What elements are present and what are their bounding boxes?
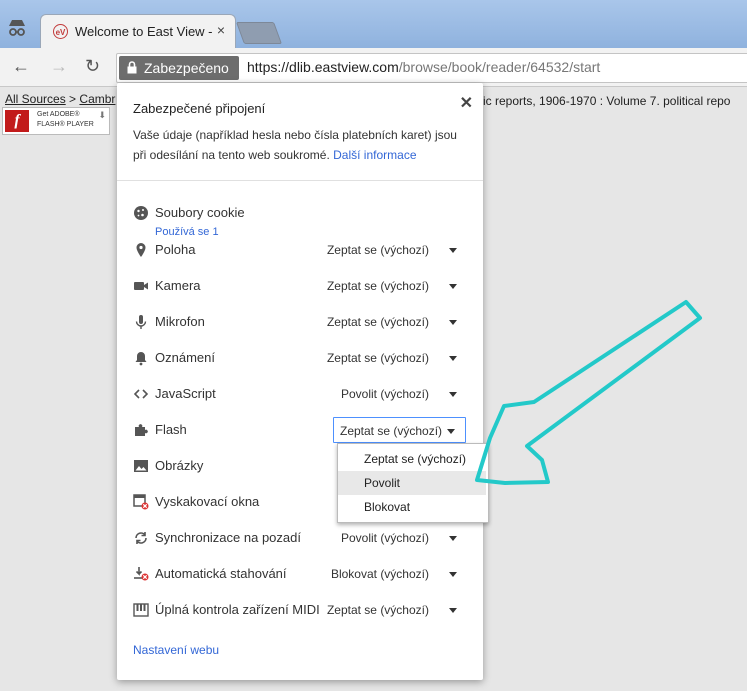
popup-description: Vaše údaje (například hesla nebo čísla p… (133, 125, 473, 165)
more-info-link[interactable]: Další informace (333, 148, 416, 162)
permission-label: Vyskakovací okna (155, 494, 260, 509)
permission-select-microphone[interactable]: Zeptat se (výchozí) (327, 315, 429, 329)
chevron-down-icon[interactable] (449, 356, 457, 361)
permission-select-automatic-downloads[interactable]: Blokovat (výchozí) (331, 567, 429, 581)
permission-label: Poloha (155, 242, 196, 257)
breadcrumb-cambridge[interactable]: Cambr (79, 92, 115, 106)
tab-east-view[interactable]: eV Welcome to East View - × (40, 14, 236, 48)
chevron-down-icon (447, 429, 455, 434)
popup-title: Zabezpečené připojení (133, 101, 266, 116)
chevron-down-icon[interactable] (449, 284, 457, 289)
permission-label: JavaScript (155, 386, 216, 401)
incognito-icon (6, 17, 28, 37)
permission-select-location[interactable]: Zeptat se (výchozí) (327, 243, 429, 257)
puzzle-icon (133, 422, 149, 438)
get-flash-player-banner[interactable]: f Get ADOBE® FLASH® PLAYER ⬇ (2, 107, 110, 135)
browser-toolbar: ← → ↻ Zabezpečeno https://dlib.eastview.… (0, 48, 747, 87)
permission-label: Flash (155, 422, 187, 437)
site-info-chip[interactable]: Zabezpečeno (119, 56, 239, 80)
location-pin-icon (133, 242, 149, 258)
permission-label: Úplná kontrola zařízení MIDI (155, 602, 320, 617)
site-info-popup: Zabezpečené připojení ✕ Vaše údaje (např… (117, 83, 483, 680)
chevron-down-icon[interactable] (449, 536, 457, 541)
tab-title: Welcome to East View - (75, 24, 213, 39)
code-icon (133, 386, 149, 402)
flash-dropdown-menu: Zeptat se (výchozí) Povolit Blokovat (337, 443, 489, 523)
forward-icon[interactable]: → (50, 56, 68, 77)
permission-select-javascript[interactable]: Povolit (výchozí) (341, 387, 429, 401)
chevron-down-icon[interactable] (449, 248, 457, 253)
flash-logo-icon: f (5, 110, 29, 132)
permission-select-camera[interactable]: Zeptat se (výchozí) (327, 279, 429, 293)
permission-select-flash[interactable]: Zeptat se (výchozí) (333, 417, 466, 443)
chevron-down-icon[interactable] (449, 392, 457, 397)
divider (117, 180, 483, 181)
chevron-down-icon[interactable] (449, 608, 457, 613)
popup-blocked-icon (133, 494, 149, 510)
dropdown-option-ask[interactable]: Zeptat se (výchozí) (338, 447, 486, 471)
permission-label: Synchronizace na pozadí (155, 530, 301, 545)
permission-row-microphone: Mikrofon Zeptat se (výchozí) (117, 304, 483, 340)
permission-label: Kamera (155, 278, 201, 293)
tab-strip: eV Welcome to East View - × (0, 0, 747, 48)
lock-icon (127, 57, 137, 81)
permission-row-location: Poloha Zeptat se (výchozí) (117, 232, 483, 268)
cookie-icon (133, 205, 149, 221)
dropdown-option-block[interactable]: Blokovat (338, 495, 486, 519)
close-icon[interactable]: ✕ (460, 93, 473, 113)
tab-close-icon[interactable]: × (217, 22, 225, 38)
download-icon (133, 566, 149, 582)
chevron-down-icon[interactable] (449, 320, 457, 325)
breadcrumb-all-sources[interactable]: All Sources (5, 92, 66, 106)
permission-row-automatic-downloads: Automatická stahování Blokovat (výchozí) (117, 556, 483, 592)
permission-row-notifications: Oznámení Zeptat se (výchozí) (117, 340, 483, 376)
image-icon (133, 458, 149, 474)
url-path: /browse/book/reader/64532/start (398, 59, 601, 75)
eastview-favicon-icon: eV (53, 24, 68, 39)
download-icon: ⬇ (98, 110, 106, 120)
address-bar[interactable]: Zabezpečeno https://dlib.eastview.com/br… (116, 53, 747, 83)
breadcrumb-separator: > (69, 92, 77, 106)
flash-text-line1: Get ADOBE® (37, 111, 80, 118)
microphone-icon (133, 314, 149, 330)
camera-icon (133, 278, 149, 294)
permission-label: Automatická stahování (155, 566, 287, 581)
piano-icon (133, 602, 149, 618)
url-host: dlib.eastview.com (289, 59, 399, 75)
permission-row-javascript: JavaScript Povolit (výchozí) (117, 376, 483, 412)
secure-label: Zabezpečeno (144, 60, 229, 76)
site-settings-link[interactable]: Nastavení webu (133, 643, 219, 657)
new-tab-button[interactable] (235, 22, 283, 44)
sync-icon (133, 530, 149, 546)
permission-row-midi: Úplná kontrola zařízení MIDI Zeptat se (… (117, 592, 483, 628)
chevron-down-icon[interactable] (449, 572, 457, 577)
permission-row-camera: Kamera Zeptat se (výchozí) (117, 268, 483, 304)
flash-text-line2: FLASH® PLAYER (37, 121, 94, 128)
back-icon[interactable]: ← (12, 56, 30, 77)
dropdown-option-allow[interactable]: Povolit (338, 471, 486, 495)
breadcrumb: All Sources > Cambr (5, 92, 115, 106)
url-scheme: https:// (247, 59, 290, 75)
reload-icon[interactable]: ↻ (85, 56, 100, 77)
flash-select-value: Zeptat se (výchozí) (340, 424, 443, 438)
url-text[interactable]: https://dlib.eastview.com/browse/book/re… (247, 59, 600, 75)
permission-select-midi[interactable]: Zeptat se (výchozí) (327, 603, 429, 617)
permission-select-notifications[interactable]: Zeptat se (výchozí) (327, 351, 429, 365)
permission-label: Obrázky (155, 458, 204, 473)
permission-label: Mikrofon (155, 314, 205, 329)
breadcrumb-title: ic reports, 1906-1970 : Volume 7. politi… (483, 94, 731, 108)
permission-label: Oznámení (155, 350, 215, 365)
permission-row-background-sync: Synchronizace na pozadí Povolit (výchozí… (117, 520, 483, 556)
bell-icon (133, 350, 149, 366)
permission-select-background-sync[interactable]: Povolit (výchozí) (341, 531, 429, 545)
permission-label: Soubory cookie (155, 205, 245, 220)
